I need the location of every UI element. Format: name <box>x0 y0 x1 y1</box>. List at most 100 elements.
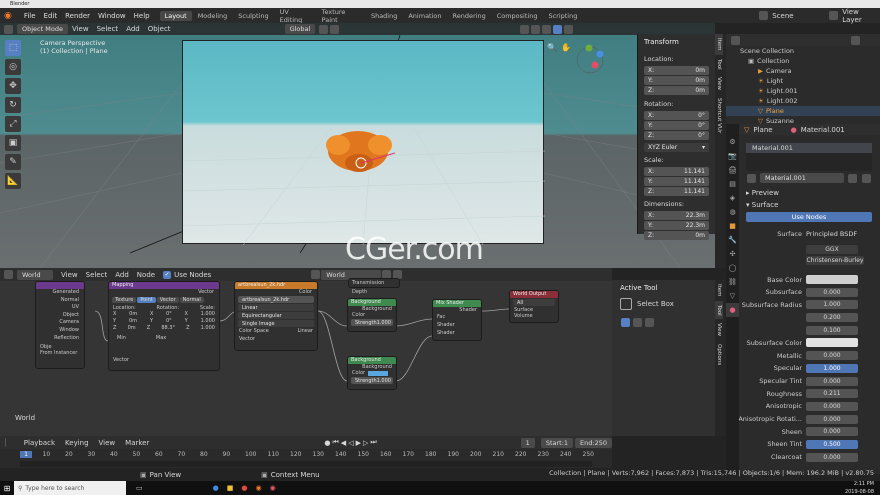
tl-menu-view[interactable]: View <box>94 439 121 447</box>
vp-menu-object[interactable]: Object <box>144 25 175 33</box>
bg2-color-swatch[interactable] <box>368 370 389 376</box>
tab-modeling[interactable]: Modeling <box>193 11 233 21</box>
tab-animation[interactable]: Animation <box>403 11 446 21</box>
select-box-icon[interactable] <box>620 298 632 310</box>
chrome-app-icon[interactable]: ● <box>241 484 247 492</box>
task-view-icon[interactable]: ▭ <box>136 484 143 492</box>
shading-solid-icon[interactable] <box>542 24 552 34</box>
outliner-item-plane[interactable]: ▽ Plane <box>726 106 880 116</box>
select-box-tool-icon[interactable]: ⬚ <box>5 40 21 56</box>
prev-key-icon[interactable]: ◀ <box>341 439 346 447</box>
surface-shader-dropdown[interactable]: Principled BSDF <box>806 230 857 238</box>
bsdf-field-value[interactable]: 0.200 <box>806 313 858 323</box>
ne-menu-view[interactable]: View <box>57 271 82 279</box>
outliner-item-light[interactable]: ☀ Light <box>726 76 880 86</box>
node-mix-shader[interactable]: Mix Shader Shader Fac Shader Shader <box>432 299 482 341</box>
sidebar-tab-tool[interactable]: Tool <box>715 55 723 74</box>
env-image-field[interactable]: artbrealsun_2k.hdr <box>238 296 314 303</box>
outliner-scene-collection[interactable]: Scene Collection <box>726 46 880 56</box>
windows-start-icon[interactable]: ⊞ <box>0 484 14 493</box>
tab-texture-paint[interactable]: Texture Paint <box>317 7 365 25</box>
jump-end-icon[interactable]: ⏭ <box>370 438 376 447</box>
material-slot-item[interactable]: Material.001 <box>746 143 872 153</box>
rotation-mode-dropdown[interactable]: XYZ Euler ▾ <box>644 143 709 152</box>
xray-icon[interactable] <box>531 24 541 34</box>
bsdf-field-value[interactable]: 0.211 <box>806 389 858 399</box>
view-layer-tab-icon[interactable]: ▤ <box>726 177 739 191</box>
material-fake-user-icon[interactable] <box>848 173 857 183</box>
node-background-2[interactable]: Background Background Color Strength 1.00… <box>347 356 397 390</box>
move-tool-icon[interactable]: ✥ <box>5 78 21 94</box>
bsdf-field-value[interactable]: 0.000 <box>806 376 858 386</box>
tool-tab-icon[interactable]: ⚙ <box>726 135 739 149</box>
node-tab-view[interactable]: View <box>715 319 723 340</box>
bsdf-field-value[interactable]: 0.000 <box>806 452 858 462</box>
timeline-type-icon[interactable] <box>5 438 6 447</box>
subsurface-method-dropdown[interactable]: Christensen-Burley <box>806 256 864 265</box>
misc-app-icon[interactable]: ◉ <box>270 484 276 492</box>
object-mode-dropdown[interactable]: Object Mode <box>17 24 68 34</box>
surface-panel-header[interactable]: ▾ Surface <box>726 201 880 212</box>
outliner-item-camera[interactable]: ▶ Camera <box>726 66 880 76</box>
shader-node-editor[interactable]: World View Select Add Node ✓ Use Nodes W… <box>0 268 612 436</box>
sidebar-tab-shortcut[interactable]: Shortcut VUr <box>715 94 723 137</box>
scale-z-field[interactable]: Z: 11.141 <box>644 187 709 196</box>
select-new-icon[interactable] <box>621 318 630 327</box>
current-frame-field[interactable]: 1 <box>520 437 535 448</box>
measure-tool-icon[interactable]: 📐 <box>5 173 21 189</box>
transform-tool-icon[interactable]: ▣ <box>5 135 21 151</box>
outliner-item-light-002[interactable]: ☀ Light.002 <box>726 96 880 106</box>
view-layer-icon[interactable] <box>829 11 839 20</box>
scene-tab-icon[interactable]: ◈ <box>726 191 739 205</box>
blender-logo-icon[interactable]: ◉ <box>4 11 16 21</box>
scale-tool-icon[interactable]: ⤢ <box>5 116 21 132</box>
node-light-path[interactable]: Transmission Depth <box>348 278 400 295</box>
bsdf-field-value[interactable]: 0.500 <box>806 439 858 449</box>
rotation-y-field[interactable]: Y: 0° <box>644 121 709 130</box>
distribution-dropdown[interactable]: GGX <box>806 245 858 254</box>
menu-edit[interactable]: Edit <box>40 12 62 20</box>
vp-menu-add[interactable]: Add <box>122 25 144 33</box>
edge-app-icon[interactable]: ● <box>213 484 219 492</box>
render-tab-icon[interactable]: 📷 <box>726 149 739 163</box>
node-tab-item[interactable]: Item <box>715 280 723 301</box>
modifier-tab-icon[interactable]: 🔧 <box>726 233 739 247</box>
node-tab-options[interactable]: Options <box>715 340 723 369</box>
use-nodes-button[interactable]: Use Nodes <box>746 212 872 222</box>
bsdf-field-value[interactable] <box>806 338 858 348</box>
bsdf-field-value[interactable]: 0.000 <box>806 351 858 361</box>
bsdf-field-value[interactable]: 1.000 <box>806 363 858 373</box>
vp-menu-view[interactable]: View <box>68 25 93 33</box>
tab-sculpting[interactable]: Sculpting <box>233 11 273 21</box>
particles-tab-icon[interactable]: ✣ <box>726 247 739 261</box>
output-tab-icon[interactable]: 🖨 <box>726 163 739 177</box>
cursor-tool-icon[interactable]: ◎ <box>5 59 21 75</box>
bsdf-field-value[interactable]: 0.000 <box>806 287 858 297</box>
outliner-type-icon[interactable] <box>731 35 740 45</box>
menu-file[interactable]: File <box>20 12 40 20</box>
shading-rendered-icon[interactable] <box>564 24 574 34</box>
material-browse-icon[interactable] <box>747 173 756 183</box>
location-x-field[interactable]: X: 0m <box>644 66 709 75</box>
navigation-gizmo[interactable]: 🔍 ✋ <box>545 40 605 82</box>
bsdf-field-value[interactable]: 0.000 <box>806 401 858 411</box>
vp-menu-select[interactable]: Select <box>93 25 123 33</box>
rotation-x-field[interactable]: X: 0° <box>644 111 709 120</box>
taskbar-clock[interactable]: 2:11 PM 2019-08-08 <box>845 481 874 495</box>
material-name-field[interactable]: Material.001 <box>760 173 844 183</box>
physics-tab-icon[interactable]: ◯ <box>726 261 739 275</box>
location-z-field[interactable]: Z: 0m <box>644 86 709 95</box>
rotate-tool-icon[interactable]: ↻ <box>5 97 21 113</box>
end-frame-field[interactable]: End: 250 <box>575 437 612 448</box>
sidebar-tab-view[interactable]: View <box>715 73 723 94</box>
scene-name[interactable]: Scene <box>769 12 828 20</box>
constraints-tab-icon[interactable]: ⛓ <box>726 275 739 289</box>
sidebar-tab-item[interactable]: Item <box>715 34 723 55</box>
world-tab-icon[interactable]: ◍ <box>726 205 739 219</box>
select-extend-icon[interactable] <box>633 318 642 327</box>
dimensions-x-field[interactable]: X: 22.3m <box>644 211 709 220</box>
taskbar-search-box[interactable]: ⚲ Type here to search <box>14 481 126 495</box>
rotation-z-field[interactable]: Z: 0° <box>644 131 709 140</box>
tab-rendering[interactable]: Rendering <box>448 11 491 21</box>
menu-window[interactable]: Window <box>94 12 130 20</box>
